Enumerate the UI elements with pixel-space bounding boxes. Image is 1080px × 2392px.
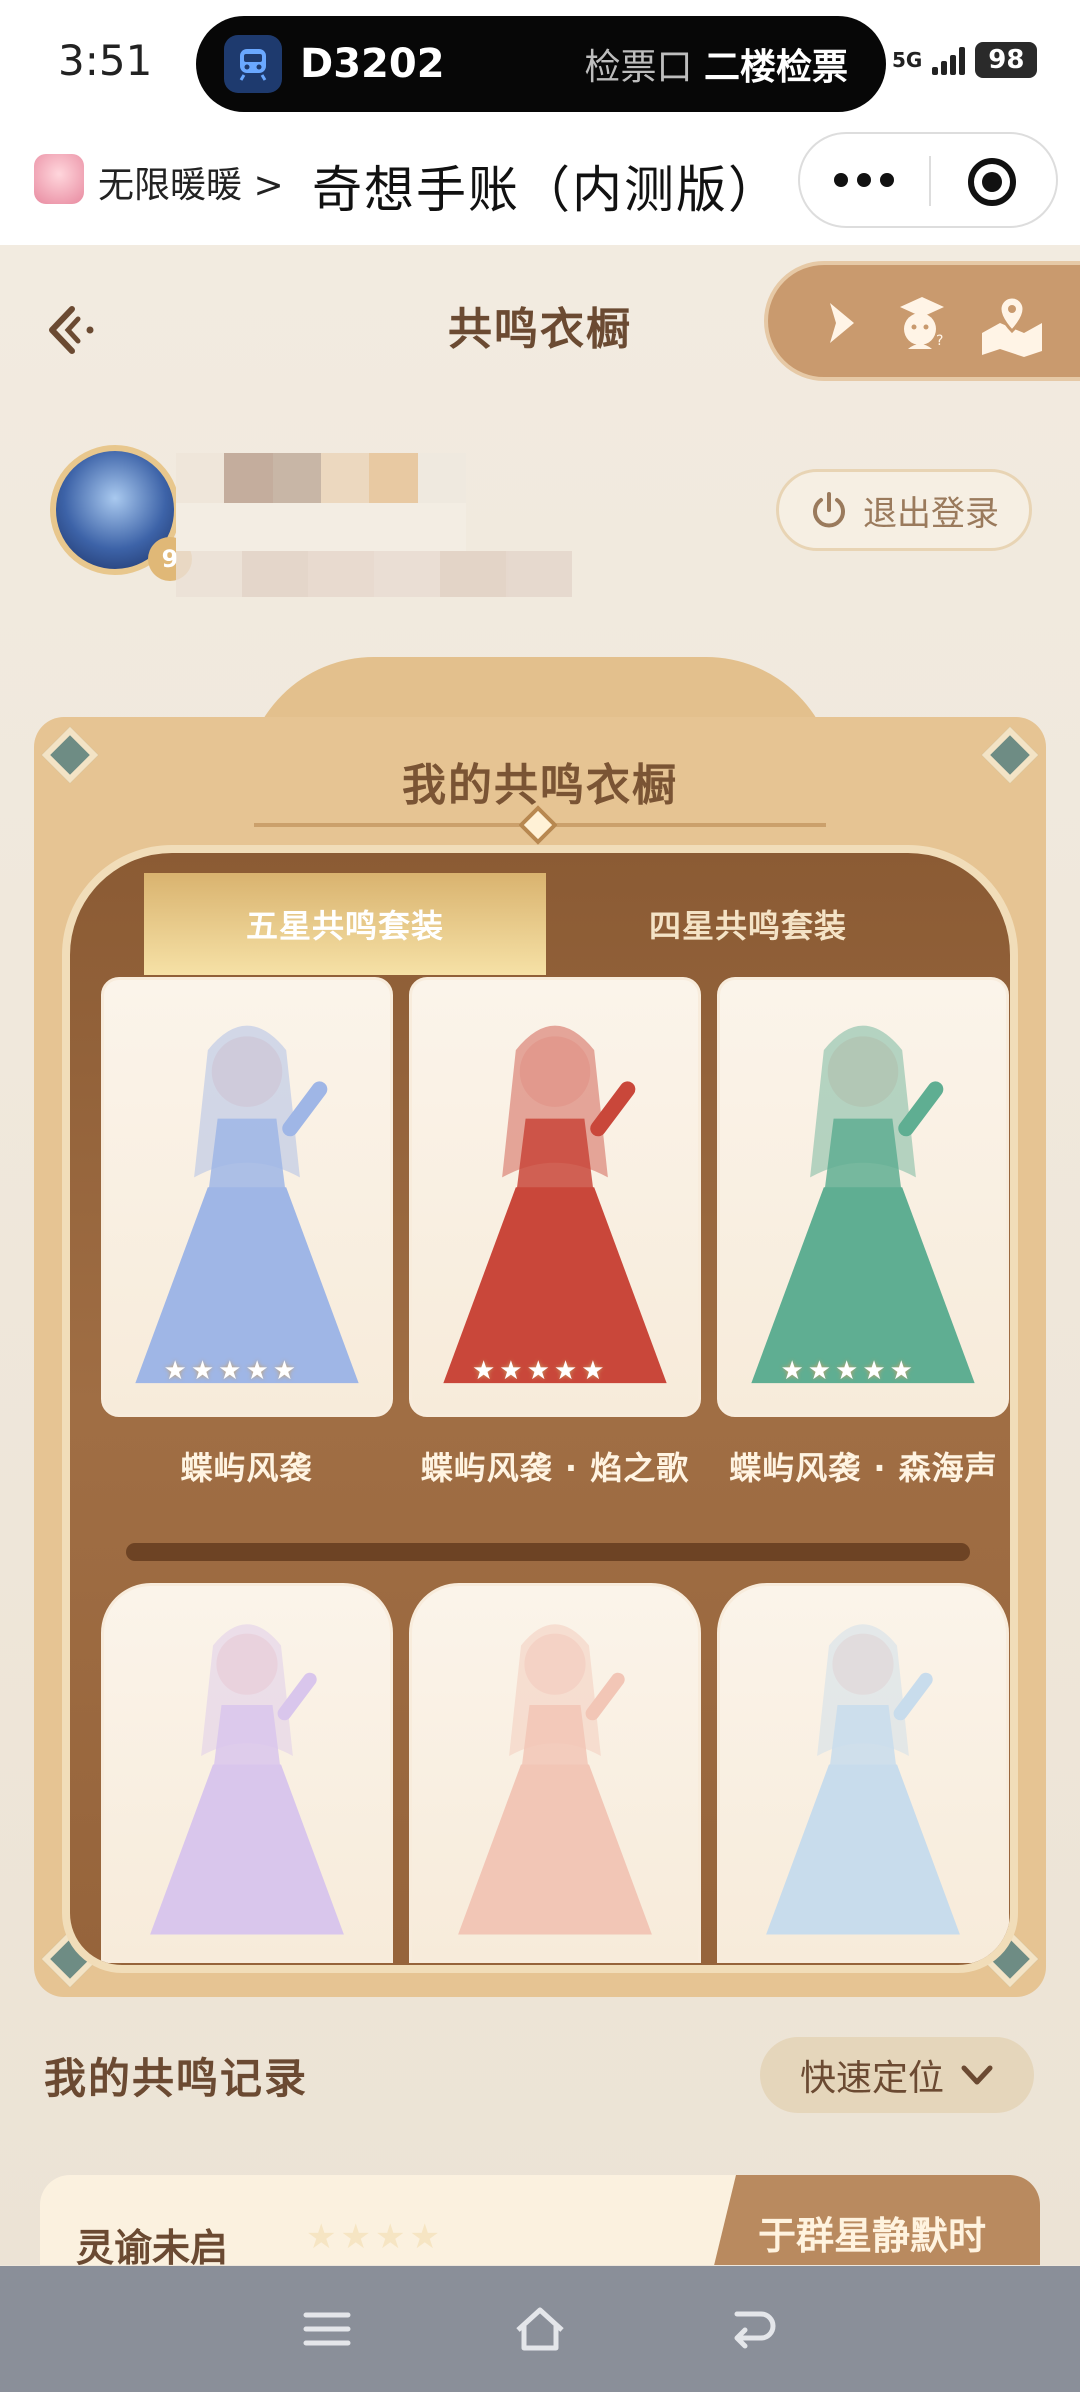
- star-rating: ★★★★★: [163, 1356, 301, 1386]
- system-nav-bar: [0, 2266, 1080, 2392]
- wardrobe-cabinet[interactable]: 五星共鸣套装 四星共鸣套装 ★★★★★ 蝶屿风袭 ★★★★★ 蝶屿风袭 · 焰之歌 ★★…: [62, 845, 1018, 1973]
- close-miniprogram-icon[interactable]: [968, 158, 1016, 206]
- outfit-name: 蝶屿风袭 · 森海声: [729, 1449, 998, 1487]
- wardrobe-page: 共鸣衣橱 ? 9 退出登录 我的共鸣衣橱 五星共鸣套装 四星共鸣套装 ★★★★★…: [0, 245, 1080, 2265]
- train-ticket-pill[interactable]: D3202 检票口 二楼检票: [196, 16, 886, 112]
- play-button[interactable]: [810, 293, 870, 353]
- outfit-image: [751, 1025, 976, 1384]
- menu-nav-button[interactable]: [292, 2294, 362, 2364]
- train-number: D3202: [300, 41, 445, 87]
- chevron-right-icon: >: [253, 165, 284, 206]
- network-type: 5G: [892, 48, 923, 72]
- record-tag-label: 于群星静默时: [757, 2214, 986, 2258]
- quick-locate-label: 快速定位: [799, 2058, 944, 2099]
- more-icon[interactable]: [834, 160, 894, 200]
- record-tag: 于群星静默时: [702, 2175, 1040, 2265]
- record-stars: ★★★★: [306, 2217, 444, 2257]
- outfit-name: 蝶屿风袭: [180, 1449, 313, 1487]
- gate-prefix: 检票口: [584, 47, 693, 88]
- outfit-card[interactable]: [717, 1583, 1010, 1963]
- play-icon: [830, 303, 854, 343]
- svg-text:?: ?: [936, 333, 943, 349]
- logout-label: 退出登录: [863, 493, 999, 534]
- outfit-image: [443, 1025, 667, 1384]
- wardrobe-title: 我的共鸣衣橱: [402, 760, 678, 811]
- outfit-card[interactable]: ★★★★★: [408, 977, 701, 1417]
- outfit-card[interactable]: [408, 1583, 701, 1963]
- wardrobe-panel: 我的共鸣衣橱 五星共鸣套装 四星共鸣套装 ★★★★★ 蝶屿风袭 ★★★★★ 蝶屿风袭 …: [34, 717, 1046, 1997]
- battery-icon: 98: [975, 42, 1038, 78]
- train-icon: [224, 35, 282, 93]
- menu-icon: [303, 2312, 351, 2346]
- outfit-image: [766, 1624, 961, 1935]
- outfit-card[interactable]: ★★★★★: [100, 977, 393, 1417]
- signal-icon: [932, 45, 966, 75]
- outfit-card[interactable]: ★★★★★: [717, 977, 1010, 1417]
- quick-locate-button[interactable]: 快速定位: [760, 2037, 1034, 2113]
- shelf-divider: [126, 1543, 970, 1561]
- miniprogram-title: 奇想手账（内测版）: [312, 161, 780, 219]
- signal-area: 5G 98: [892, 42, 1038, 78]
- star-rating: ★★★★★: [471, 1356, 609, 1386]
- tab-five-star-sets[interactable]: 五星共鸣套装: [144, 873, 546, 975]
- return-icon: [734, 2311, 776, 2349]
- app-name: 无限暖暖: [98, 165, 243, 206]
- ticket-gate: 检票口 二楼检票: [585, 38, 848, 90]
- blurred-info: [176, 503, 466, 551]
- scholar-button[interactable]: ?: [890, 293, 950, 353]
- tab-four-star-sets[interactable]: 四星共鸣套装: [546, 873, 950, 975]
- chevron-down-icon: [961, 2065, 993, 2085]
- map-pin-icon: [982, 295, 1042, 357]
- record-name: 灵谕未启: [76, 2226, 229, 2265]
- outfit-image: [458, 1624, 652, 1935]
- blurred-user-id: [176, 551, 572, 597]
- home-icon: [516, 2307, 564, 2351]
- capsule-menu: [798, 132, 1058, 228]
- outfit-name: 蝶屿风袭 · 焰之歌: [420, 1449, 690, 1487]
- home-nav-button[interactable]: [505, 2294, 575, 2364]
- tool-pill: ?: [764, 261, 1080, 381]
- status-bar: 3:51 D3202 检票口 二楼检票 5G 98: [0, 0, 1080, 130]
- outfit-card[interactable]: [100, 1583, 393, 1963]
- app-name-link[interactable]: 无限暖暖 >: [98, 156, 284, 208]
- records-title: 我的共鸣记录: [44, 2054, 309, 2103]
- outfit-image: [134, 1025, 359, 1384]
- app-avatar[interactable]: [34, 154, 84, 204]
- gate-name: 二楼检票: [703, 47, 848, 88]
- blurred-username: [176, 453, 466, 503]
- scholar-dog-icon: ?: [900, 297, 944, 349]
- capsule-divider: [929, 156, 931, 206]
- star-rating: ★★★★★: [780, 1356, 917, 1386]
- record-item[interactable]: 灵谕未启 ★★★★ 于群星静默时: [40, 2175, 1040, 2265]
- logout-button[interactable]: 退出登录: [776, 469, 1032, 551]
- status-time: 3:51: [58, 36, 153, 85]
- miniprogram-header: 无限暖暖 > 奇想手账（内测版）: [0, 130, 1080, 245]
- outfit-image: [149, 1624, 344, 1935]
- back-nav-button[interactable]: [718, 2294, 788, 2364]
- map-button[interactable]: [978, 293, 1042, 357]
- power-icon: [813, 492, 845, 528]
